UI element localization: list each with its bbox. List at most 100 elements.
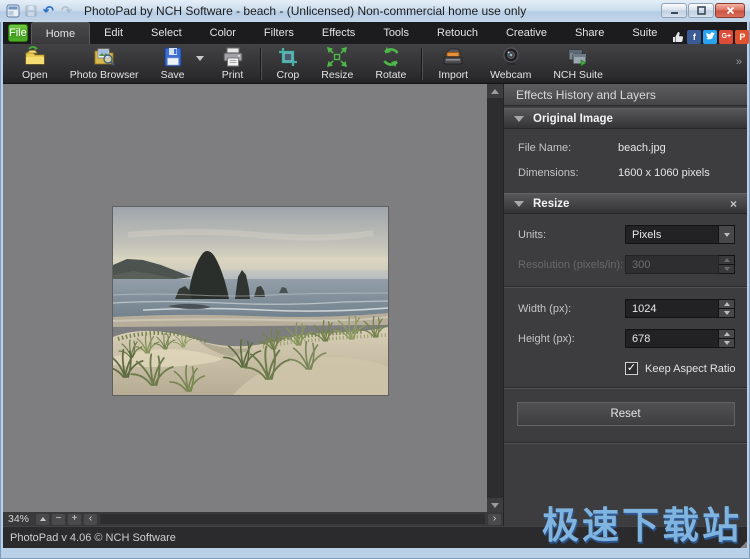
width-decrement-button[interactable] [719,309,735,318]
image-canvas[interactable] [3,84,487,512]
height-input[interactable] [625,329,719,348]
width-input[interactable] [625,299,719,318]
scroll-up-button[interactable] [487,84,503,98]
keep-aspect-checkbox[interactable]: ✓ [625,362,638,375]
ribbon-tab-bar: File Home Edit Select Color Filters Effe… [3,22,747,44]
resolution-spinner [625,255,735,274]
maximize-button[interactable] [688,3,714,18]
webcam-button[interactable]: Webcam [479,45,542,83]
tab-share[interactable]: Share [561,22,618,44]
like-icon[interactable] [671,30,685,44]
resolution-input [625,255,719,274]
tab-creative[interactable]: Creative [492,22,561,44]
quick-save-icon[interactable] [23,4,38,19]
save-dropdown-icon[interactable] [196,56,204,61]
dimensions-row: Dimensions: 1600 x 1060 pixels [504,167,747,179]
beach-photo-image [113,207,388,395]
pinterest-icon[interactable]: P [735,30,749,44]
resize-button[interactable]: Resize [310,45,364,83]
triangle-up-icon [40,517,46,521]
arrow-down-icon [491,503,499,508]
tab-retouch[interactable]: Retouch [423,22,492,44]
print-button[interactable]: Print [210,45,256,83]
scroll-left-button[interactable]: ‹ [84,514,97,525]
tab-color[interactable]: Color [196,22,250,44]
crop-icon [277,46,299,68]
resize-icon [326,46,348,68]
file-name-row: File Name: beach.jpg [504,142,747,154]
print-icon [221,46,245,68]
open-folder-icon [23,46,47,68]
nch-suite-button[interactable]: NCH Suite [542,45,614,83]
height-increment-button[interactable] [719,329,735,339]
tab-edit[interactable]: Edit [90,22,137,44]
scroll-right-button[interactable]: › [488,514,501,525]
beach-photo[interactable] [113,207,388,395]
zoom-level: 34% [8,513,29,525]
undo-icon[interactable]: ↶ [41,4,56,19]
chevron-down-icon [718,226,734,243]
close-button[interactable] [715,3,745,18]
tab-select[interactable]: Select [137,22,196,44]
facebook-icon[interactable]: f [687,30,701,44]
width-increment-button[interactable] [719,299,735,309]
collapse-triangle-icon[interactable] [514,116,524,122]
toolbar-separator [260,48,262,80]
resize-close-icon[interactable]: × [730,197,737,211]
rotate-icon [380,46,402,68]
watermark-text: 极速下载站 [542,495,742,549]
vertical-scrollbar[interactable] [487,84,503,512]
app-window: ↶ ↷ PhotoPad by NCH Software - beach - (… [0,0,750,559]
panel-title: Effects History and Layers [504,84,747,106]
redo-icon[interactable]: ↷ [59,4,74,19]
photo-browser-button[interactable]: Photo Browser [59,45,150,83]
tab-tools[interactable]: Tools [369,22,423,44]
rotate-button[interactable]: Rotate [364,45,417,83]
window-title: PhotoPad by NCH Software - beach - (Unli… [84,4,526,18]
open-button[interactable]: Open [11,45,59,83]
height-spinner[interactable] [625,329,735,348]
main-toolbar: Open Photo Browser Save [3,44,747,84]
import-scanner-icon [441,46,465,68]
crop-button[interactable]: Crop [266,45,311,83]
zoom-out-button[interactable]: − [52,514,65,525]
zoom-bar: 34% − + ‹ › [3,512,503,526]
scroll-down-button[interactable] [487,498,503,512]
import-button[interactable]: Import [427,45,479,83]
minimize-button[interactable] [661,3,687,18]
horizontal-scrollbar[interactable] [100,514,485,524]
resize-section-header[interactable]: Resize × [504,193,747,214]
googleplus-icon[interactable]: G+ [719,30,733,44]
divider [504,387,747,389]
tab-file[interactable]: File [8,24,28,42]
divider [504,286,747,288]
toolbar-overflow-icon[interactable]: » [736,56,742,68]
save-icon [162,46,184,68]
zoom-menu-button[interactable] [36,514,49,525]
keep-aspect-row[interactable]: ✓ Keep Aspect Ratio [625,362,747,375]
height-decrement-button[interactable] [719,339,735,348]
webcam-icon [500,46,522,68]
reset-button[interactable]: Reset [517,402,735,426]
units-select[interactable]: Pixels [625,225,735,244]
tab-suite[interactable]: Suite [618,22,671,44]
file-name-value: beach.jpg [618,142,666,154]
version-text: PhotoPad v 4.06 © NCH Software [3,532,176,544]
tab-effects[interactable]: Effects [308,22,369,44]
twitter-icon[interactable] [703,30,717,44]
divider [504,442,747,444]
width-spinner[interactable] [625,299,735,318]
nch-suite-icon [566,46,590,68]
save-button[interactable]: Save [150,45,196,83]
collapse-triangle-icon[interactable] [514,201,524,207]
original-image-section-header[interactable]: Original Image [504,108,747,129]
height-row: Height (px): [504,329,747,348]
zoom-in-button[interactable]: + [68,514,81,525]
resize-grip[interactable] [740,541,747,548]
tab-home[interactable]: Home [31,22,90,44]
effects-panel: Effects History and Layers Original Imag… [503,84,747,526]
width-row: Width (px): [504,299,747,318]
dimensions-value: 1600 x 1060 pixels [618,167,710,179]
resolution-row: Resolution (pixels/in): [504,255,747,274]
tab-filters[interactable]: Filters [250,22,308,44]
